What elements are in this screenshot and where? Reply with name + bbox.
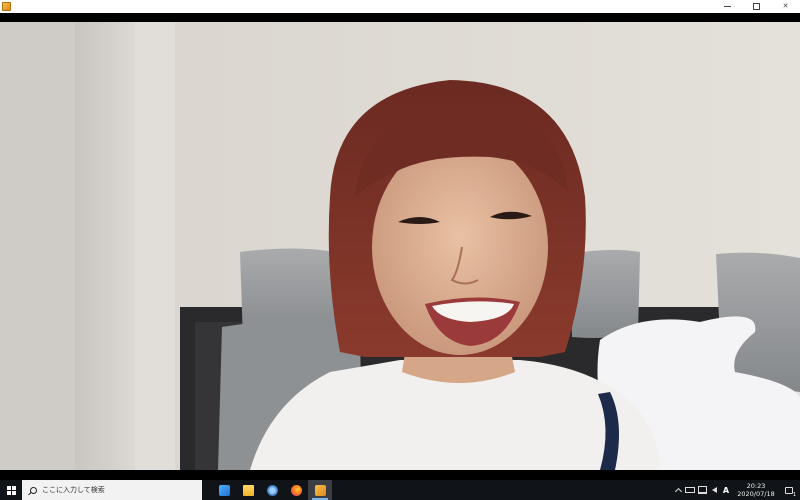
taskbar-clock[interactable]: 20:23 2020/07/18 bbox=[734, 480, 778, 500]
taskbar-photos[interactable] bbox=[212, 480, 236, 500]
network-icon[interactable] bbox=[696, 480, 708, 500]
ime-indicator[interactable]: A bbox=[720, 480, 732, 500]
battery-icon[interactable] bbox=[684, 480, 696, 500]
taskbar-file-explorer[interactable] bbox=[236, 480, 260, 500]
letterbox-bar bbox=[0, 13, 800, 22]
maximize-icon[interactable] bbox=[742, 0, 771, 13]
taskbar-media-player[interactable] bbox=[308, 480, 332, 500]
taskbar-search-box[interactable]: ここに入力して検索 bbox=[22, 480, 202, 500]
firefox-icon bbox=[290, 484, 302, 496]
window-controls bbox=[713, 0, 800, 13]
search-icon bbox=[30, 486, 37, 494]
video-scene bbox=[0, 22, 800, 470]
letterbox-bar-bottom bbox=[0, 470, 800, 480]
system-tray: A 20:23 2020/07/18 1 bbox=[672, 480, 800, 500]
taskbar-settings[interactable] bbox=[260, 480, 284, 500]
pinned-apps bbox=[212, 480, 332, 500]
notification-count: 1 bbox=[792, 492, 796, 498]
video-frame bbox=[0, 22, 800, 470]
window-title-bar bbox=[0, 0, 800, 13]
close-icon[interactable] bbox=[771, 0, 800, 13]
notification-icon bbox=[785, 486, 793, 494]
minimize-icon[interactable] bbox=[713, 0, 742, 13]
volume-icon[interactable] bbox=[708, 480, 720, 500]
player-app-icon[interactable] bbox=[2, 2, 11, 11]
show-hidden-icons-icon[interactable] bbox=[672, 480, 684, 500]
file-explorer-icon bbox=[242, 484, 254, 496]
taskbar: ここに入力して検索 A 20:23 2020/07/18 1 bbox=[0, 480, 800, 500]
media-player-icon bbox=[314, 484, 326, 496]
clock-time: 20:23 bbox=[746, 482, 766, 490]
search-placeholder: ここに入力して検索 bbox=[42, 486, 105, 494]
windows-logo-icon bbox=[6, 485, 16, 495]
photos-icon bbox=[218, 484, 230, 496]
clock-date: 2020/07/18 bbox=[737, 490, 775, 498]
taskbar-firefox[interactable] bbox=[284, 480, 308, 500]
start-button[interactable] bbox=[0, 480, 22, 500]
settings-icon bbox=[266, 484, 278, 496]
action-center-button[interactable]: 1 bbox=[782, 480, 796, 500]
